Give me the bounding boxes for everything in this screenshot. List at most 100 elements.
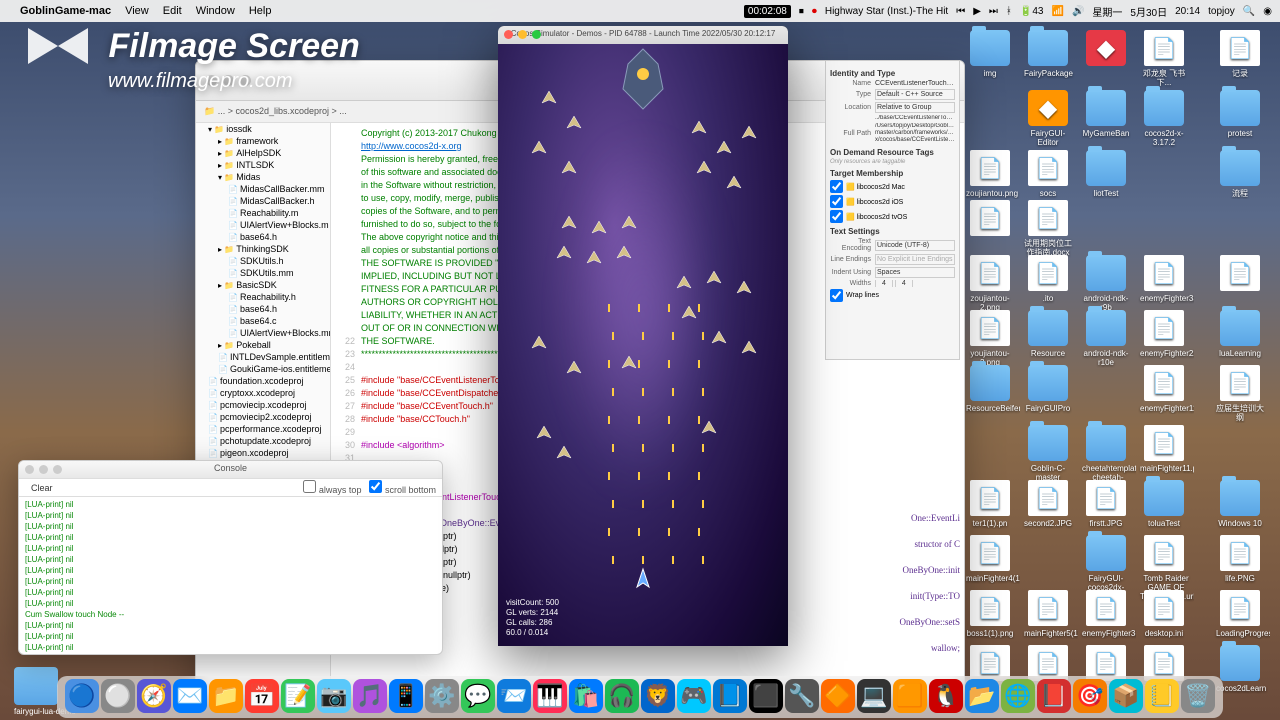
game-canvas[interactable]: visitCount: 500 GL verts: 2144 GL calls:…: [498, 44, 788, 646]
volume-icon[interactable]: 🔊: [1072, 6, 1084, 17]
file-SDKUtils.h[interactable]: SDKUtils.h: [196, 255, 330, 267]
dock-app[interactable]: 🎯: [1073, 679, 1107, 713]
file-pigeon.xcodeproj[interactable]: pigeon.xcodeproj: [196, 447, 330, 459]
target-libcocos2d Mac[interactable]: 🟨 libcocos2d Mac: [830, 180, 955, 193]
desktop-icon-item[interactable]: 📄: [964, 200, 1016, 247]
stop-icon[interactable]: ⏹: [799, 6, 804, 17]
menu-lang[interactable]: 星期一: [1092, 4, 1122, 19]
file-foundation.xcodeproj[interactable]: foundation.xcodeproj: [196, 375, 330, 387]
file-Reachability.m[interactable]: Reachability.m: [196, 207, 330, 219]
dock-app[interactable]: 📂: [965, 679, 999, 713]
dock-app[interactable]: 🎧: [605, 679, 639, 713]
desktop-icon-ter1(1).pn[interactable]: 📄ter1(1).pn: [964, 480, 1016, 531]
file-SDKUtils.mm[interactable]: SDKUtils.mm: [196, 267, 330, 279]
file-pcmoviecip2.xcodeproj[interactable]: pcmoviecip2.xcodeproj: [196, 411, 330, 423]
desktop-icon-FairyPackage[interactable]: FairyPackage: [1022, 30, 1074, 81]
menu-help[interactable]: Help: [249, 5, 272, 17]
desktop-icon-desktop.ini[interactable]: 📄desktop.ini: [1138, 590, 1190, 641]
desktop-icon-zoujiantou-2.png[interactable]: 📄zoujiantou-2.png: [964, 255, 1016, 315]
dock-app[interactable]: 🗑️: [1181, 679, 1215, 713]
desktop-icon-.ito[interactable]: 📄.ito: [1022, 255, 1074, 306]
desktop-icon-protest[interactable]: protest: [1214, 90, 1266, 141]
folder-iossdk[interactable]: iossdk: [196, 123, 330, 135]
desktop-icon-cocos2d-x-3.17.2[interactable]: cocos2d-x-3.17.2: [1138, 90, 1190, 150]
menu-edit[interactable]: Edit: [163, 5, 182, 17]
desktop-icon-FairyGUI-Editor[interactable]: ◆FairyGUI-Editor: [1022, 90, 1074, 150]
menu-window[interactable]: Window: [196, 5, 235, 17]
file-MidasCallBacker.h[interactable]: MidasCallBacker.h: [196, 195, 330, 207]
target-libcocos2d iOS[interactable]: 🟨 libcocos2d iOS: [830, 195, 955, 208]
folder-ThinkingSDK[interactable]: ThinkingSDK: [196, 243, 330, 255]
wifi-icon[interactable]: 📶: [1052, 6, 1064, 17]
desktop[interactable]: imgFairyPackage◆📄邓龙泉 飞书下...📄记录◆FairyGUI-…: [964, 30, 1274, 690]
desktop-icon-toluaTest[interactable]: toluaTest: [1138, 480, 1190, 531]
folder-Midas[interactable]: Midas: [196, 171, 330, 183]
desktop-icon-流程[interactable]: 流程: [1214, 150, 1266, 201]
folder-Pokeball[interactable]: Pokeball: [196, 339, 330, 351]
desktop-icon-mainFighter4(1).png[interactable]: 📄mainFighter4(1).png: [964, 535, 1016, 586]
dock-app[interactable]: 🔶: [821, 679, 855, 713]
desktop-icon-firstt.JPG[interactable]: 📄firstt.JPG: [1080, 480, 1132, 531]
dock-app[interactable]: 🔧: [785, 679, 819, 713]
dock-app[interactable]: ⚙️: [425, 679, 459, 713]
dock-app[interactable]: 📨: [497, 679, 531, 713]
dock-app[interactable]: 🦁: [641, 679, 675, 713]
dock-app[interactable]: 🛍️: [569, 679, 603, 713]
file-base64.h[interactable]: base64.h: [196, 303, 330, 315]
file-cryptoxx.xcodeproj[interactable]: cryptoxx.xcodeproj: [196, 387, 330, 399]
desktop-icon-记录[interactable]: 📄记录: [1214, 30, 1266, 81]
desktop-icon-img[interactable]: img: [964, 30, 1016, 81]
file-base64.h[interactable]: base64.h: [196, 231, 330, 243]
dock-app[interactable]: 🎮: [677, 679, 711, 713]
dock-app[interactable]: 📷: [317, 679, 351, 713]
always-top-check[interactable]: always top: [303, 480, 361, 495]
dock-app[interactable]: 💬: [461, 679, 495, 713]
dock-app[interactable]: 📁: [209, 679, 243, 713]
media-play-icon[interactable]: ▶: [973, 6, 981, 17]
breadcrumb-path[interactable]: 📁 ... > cocos2d_libs.xcodeproj > ...: [204, 106, 347, 117]
desktop-icon-enemyFighter22.png[interactable]: 📄enemyFighter22.png: [1138, 310, 1190, 361]
desktop-icon-enemyFighter3(1).PNG[interactable]: 📄enemyFighter3(1).PNG: [1080, 590, 1132, 641]
desktop-icon-zoujiantou.png[interactable]: 📄zoujiantou.png: [964, 150, 1016, 201]
menu-time[interactable]: 20:14: [1175, 6, 1200, 17]
desktop-icon-enemyFighter33.png[interactable]: 📄enemyFighter33.png: [1138, 255, 1190, 306]
desktop-icon-ResourceBeifen[interactable]: ResourceBeifen: [964, 365, 1016, 416]
dock-app[interactable]: 🌐: [1001, 679, 1035, 713]
dock-app[interactable]: 🔵: [65, 679, 99, 713]
menu-user[interactable]: topjoy: [1208, 6, 1235, 17]
desktop-icon-luaLearning[interactable]: luaLearning: [1214, 310, 1266, 361]
desktop-icon-邓龙泉 飞书下...[interactable]: 📄邓龙泉 飞书下...: [1138, 30, 1190, 90]
media-prev-icon[interactable]: ⏮: [956, 6, 965, 17]
simulator-titlebar[interactable]: Cocos Simulator - Demos - PID 64788 - La…: [498, 26, 788, 44]
console-titlebar[interactable]: Console: [19, 461, 442, 479]
dock-app[interactable]: 📒: [1145, 679, 1179, 713]
desktop-icon-FairyGUIPro[interactable]: FairyGUIPro: [1022, 365, 1074, 416]
bluetooth-icon[interactable]: ᚼ: [1006, 6, 1012, 17]
dock-app[interactable]: 📅: [245, 679, 279, 713]
folder-BasicSDK[interactable]: BasicSDK: [196, 279, 330, 291]
file-MidasCallBacker.mm[interactable]: MidasCallBacker.mm: [196, 183, 330, 195]
file-pcperformance.xcodeproj[interactable]: pcperformance.xcodeproj: [196, 423, 330, 435]
dock-app[interactable]: 🐧: [929, 679, 963, 713]
search-icon[interactable]: 🔍: [1243, 6, 1255, 17]
file-UIAlertView+Blocks.m[interactable]: UIAlertView+Blocks.m: [196, 219, 330, 231]
dock-app[interactable]: 🧭: [137, 679, 171, 713]
folder-framework[interactable]: framework: [196, 135, 330, 147]
desktop-icon-life.PNG[interactable]: 📄life.PNG: [1214, 535, 1266, 586]
file-pchotupdate.xcodeproj[interactable]: pchotupdate.xcodeproj: [196, 435, 330, 447]
inspector-location[interactable]: Relative to Group: [875, 102, 955, 113]
desktop-icon-Goblin-C-master[interactable]: Goblin-C-master: [1022, 425, 1074, 485]
desktop-icon-enemyFighter11.png[interactable]: 📄enemyFighter11.png: [1138, 365, 1190, 416]
dock-app[interactable]: 📕: [1037, 679, 1071, 713]
file-pcmoviecip.xcodeproj[interactable]: pcmoviecip.xcodeproj: [196, 399, 330, 411]
menu-view[interactable]: View: [125, 5, 149, 17]
folder-AlHelpSDK[interactable]: AlHelpSDK: [196, 147, 330, 159]
desktop-icon-boss1(1).png[interactable]: 📄boss1(1).png: [964, 590, 1016, 641]
desktop-icon-socs[interactable]: 📄socs: [1022, 150, 1074, 201]
desktop-icon-Resource[interactable]: Resource: [1022, 310, 1074, 361]
desktop-icon-second2.JPG[interactable]: 📄second2.JPG: [1022, 480, 1074, 531]
dock-app[interactable]: 📱: [389, 679, 423, 713]
file-UIAlertView+Blocks.mm[interactable]: UIAlertView+Blocks.mm: [196, 327, 330, 339]
inspector-type[interactable]: Default - C++ Source: [875, 89, 955, 100]
app-name[interactable]: GoblinGame-mac: [20, 5, 111, 17]
